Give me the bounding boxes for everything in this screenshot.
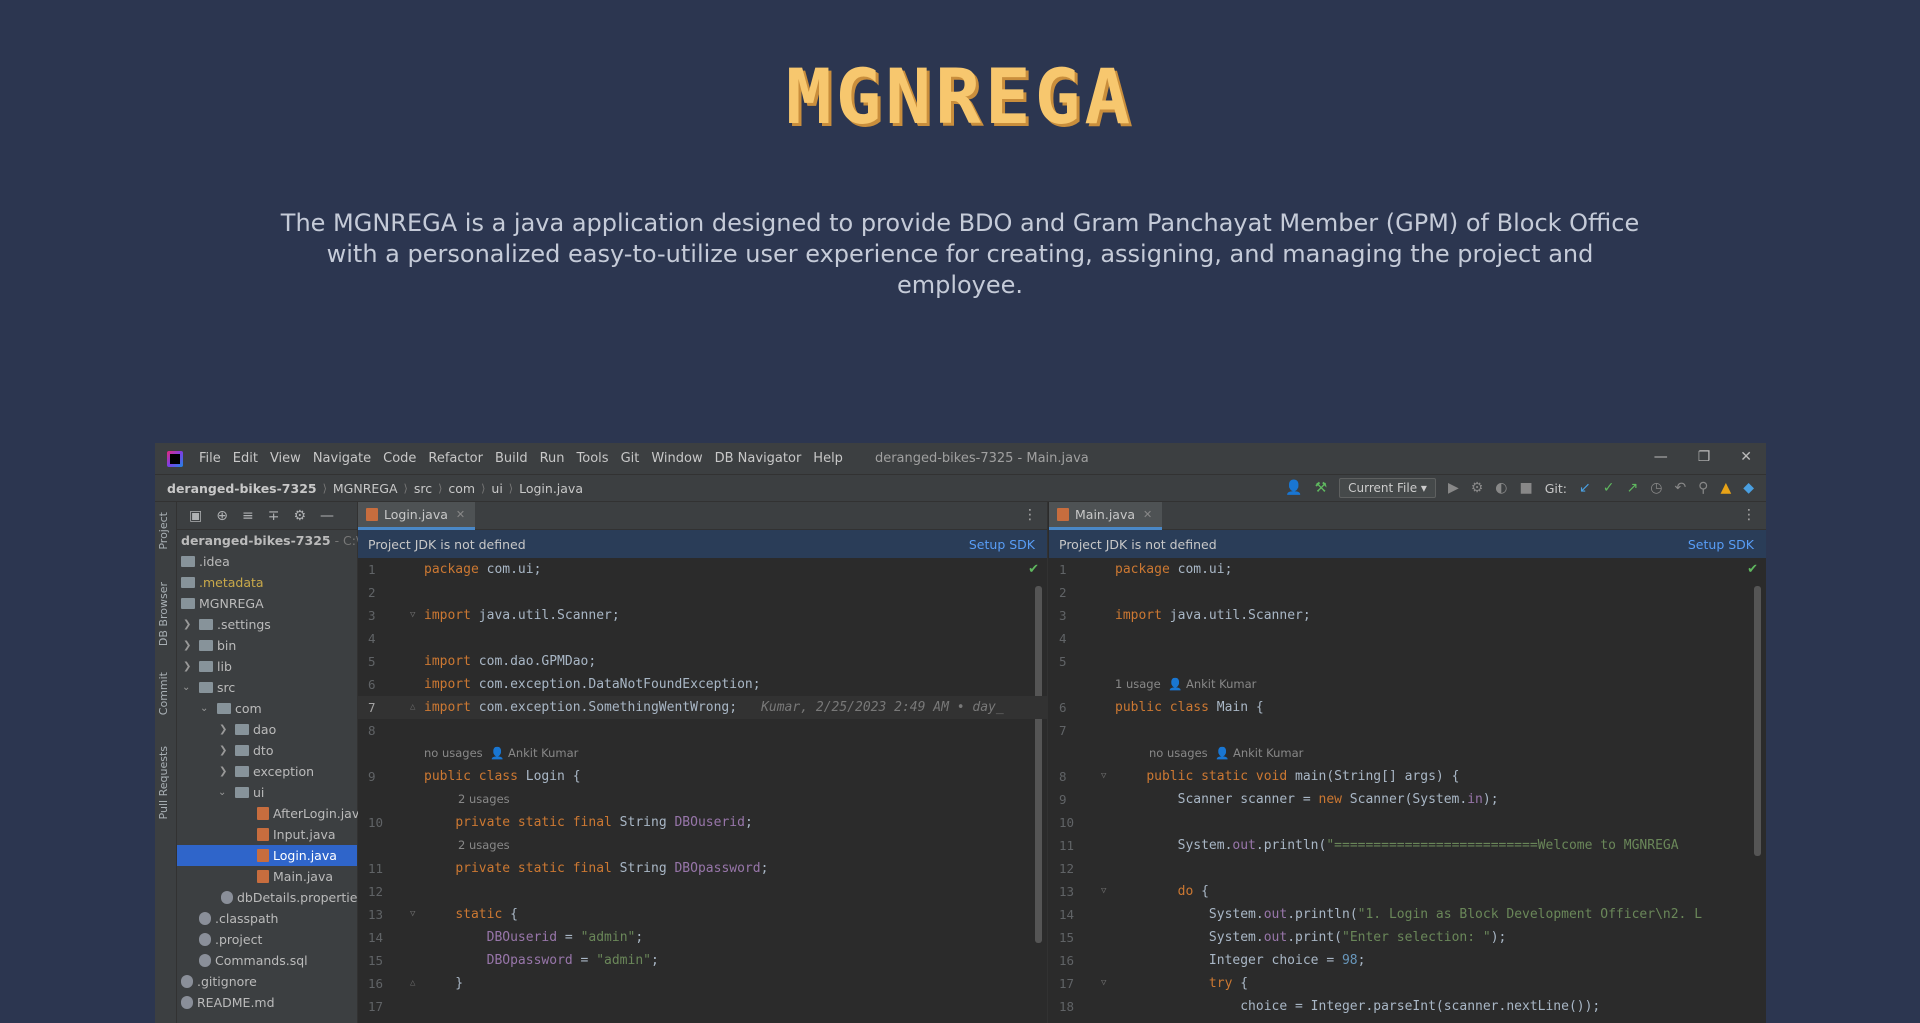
plugin-icon[interactable]: ◆ [1743,480,1754,496]
tree-item[interactable]: ❯ dto [177,740,357,761]
build-hammer-icon[interactable]: ⚒ [1315,480,1328,496]
tree-item[interactable]: .project [177,929,357,950]
git-commit-icon[interactable]: ✓ [1603,480,1615,496]
user-icon[interactable]: 👤 [1285,480,1302,496]
tool-window-strip: Project DB Browser Commit Pull Requests [155,502,177,1023]
more-icon[interactable]: ⋮ [1742,507,1756,523]
editor-main: Main.java ✕ ⋮ Project JDK is not defined S… [1049,502,1766,1023]
tree-item[interactable]: .metadata [177,572,357,593]
tree-root[interactable]: deranged-bikes-7325 - C:\Us [177,530,376,551]
tab-main-java[interactable]: Main.java ✕ [1049,502,1163,530]
tree-item[interactable]: ❯ lib [177,656,357,677]
breadcrumb-file[interactable]: Login.java [519,481,583,496]
menu-navigate[interactable]: Navigate [313,451,371,466]
menu-db-navigator[interactable]: DB Navigator [715,451,802,466]
minimize-icon[interactable]: — [1654,449,1668,465]
breadcrumb-project[interactable]: deranged-bikes-7325 [167,481,317,496]
menu-refactor[interactable]: Refactor [428,451,483,466]
close-tab-icon[interactable]: ✕ [456,508,465,521]
menu-tools[interactable]: Tools [577,451,609,466]
project-toolbar: ▣ ⊕ ≡ ∓ ⚙ — [177,502,357,530]
tree-item[interactable]: Input.java [177,824,357,845]
breadcrumb-module[interactable]: MGNREGA [333,481,398,496]
tree-item[interactable]: ❯ bin [177,635,357,656]
locate-icon[interactable]: ⊕ [216,508,228,524]
menu-run[interactable]: Run [540,451,565,466]
window-title: deranged-bikes-7325 - Main.java [874,451,1089,466]
breadcrumb-src[interactable]: src [414,481,432,496]
tab-commit[interactable]: Commit [157,672,170,715]
setup-sdk-link[interactable]: Setup SDK [1688,537,1754,552]
setup-sdk-link[interactable]: Setup SDK [969,537,1035,552]
run-icon[interactable]: ▶ [1448,480,1459,496]
menu-window[interactable]: Window [651,451,702,466]
search-icon[interactable]: ⚲ [1698,480,1708,496]
tree-item[interactable]: ⌄ src [177,677,357,698]
close-icon[interactable]: ✕ [1740,449,1752,465]
breadcrumb-ui[interactable]: ui [491,481,502,496]
view-select-icon[interactable]: ▣ [189,508,202,524]
ide-screenshot: File Edit View Navigate Code Refactor Bu… [155,443,1766,1023]
tab-pull-requests[interactable]: Pull Requests [157,746,170,819]
expand-all-icon[interactable]: ≡ [242,508,254,524]
editor-login: Login.java ✕ ⋮ Project JDK is not defined… [358,502,1048,1023]
collapse-all-icon[interactable]: ∓ [268,508,280,524]
coverage-icon[interactable]: ◐ [1495,480,1507,496]
tree-item[interactable]: Commands.sql [177,950,357,971]
update-icon[interactable]: ▲ [1720,480,1731,496]
tree-item[interactable]: .classpath [177,908,357,929]
tab-db-browser[interactable]: DB Browser [157,582,170,646]
jdk-banner: Project JDK is not defined Setup SDK [358,530,1047,558]
tree-item[interactable]: .idea [177,551,357,572]
menu-file[interactable]: File [199,451,221,466]
menu-help[interactable]: Help [813,451,843,466]
menu-build[interactable]: Build [495,451,528,466]
tree-item[interactable]: ❯ .settings [177,614,357,635]
code-area[interactable]: ✔ 1 package com.ui; 2 3 ▽ import java.util.… [358,558,1047,1014]
java-file-icon [366,508,378,521]
hide-icon[interactable]: — [320,508,334,524]
tree-item[interactable]: ⌄ ui [177,782,357,803]
more-icon[interactable]: ⋮ [1023,507,1037,523]
tab-project[interactable]: Project [157,512,170,550]
tree-item[interactable]: Main.java [177,866,357,887]
tree-item[interactable]: AfterLogin.java [177,803,367,824]
jdk-banner: Project JDK is not defined Setup SDK [1049,530,1766,558]
menu-code[interactable]: Code [383,451,416,466]
tree-item[interactable]: ❯ dao [177,719,357,740]
hero-description: The MGNREGA is a java application design… [280,209,1640,299]
stop-icon[interactable]: ■ [1520,480,1533,496]
tree-item[interactable]: ❯ exception [177,761,357,782]
menu-view[interactable]: View [270,451,301,466]
gear-icon[interactable]: ⚙ [293,508,306,524]
menu-edit[interactable]: Edit [233,451,258,466]
close-tab-icon[interactable]: ✕ [1143,508,1152,521]
menu-git[interactable]: Git [621,451,640,466]
breadcrumb-com[interactable]: com [448,481,475,496]
hero-title: MGNREGA [785,52,1135,141]
tree-item[interactable]: MGNREGA [177,593,357,614]
tree-item[interactable]: .gitignore [177,971,357,992]
git-update-icon[interactable]: ↙ [1579,480,1591,496]
restore-icon[interactable]: ❐ [1698,449,1711,465]
history-icon[interactable]: ◷ [1650,480,1662,496]
tree-item[interactable]: README.md [177,992,357,1013]
git-push-icon[interactable]: ↗ [1626,480,1638,496]
debug-icon[interactable]: ⚙ [1471,480,1484,496]
tree-item-selected[interactable]: Login.java [177,845,357,866]
project-panel: ▣ ⊕ ≡ ∓ ⚙ — deranged-bikes-7325 - C:\Us … [177,502,376,1023]
menu-bar: File Edit View Navigate Code Refactor Bu… [155,443,1766,474]
java-file-icon [1057,508,1069,521]
git-label: Git: [1544,480,1568,496]
rollback-icon[interactable]: ↶ [1674,480,1686,496]
tree-item[interactable]: ⌄ com [177,698,357,719]
tree-item[interactable]: dbDetails.properties [177,887,364,908]
run-config-select[interactable]: Current File ▾ [1339,478,1436,498]
tab-login-java[interactable]: Login.java ✕ [358,502,476,530]
code-area[interactable]: ✔ 1 package com.ui; 2 3 import java.util.S… [1049,558,1766,1014]
intellij-logo-icon [167,450,183,467]
breadcrumb: deranged-bikes-7325 ⟩ MGNREGA ⟩ src ⟩ com ⟩ … [155,474,1766,502]
